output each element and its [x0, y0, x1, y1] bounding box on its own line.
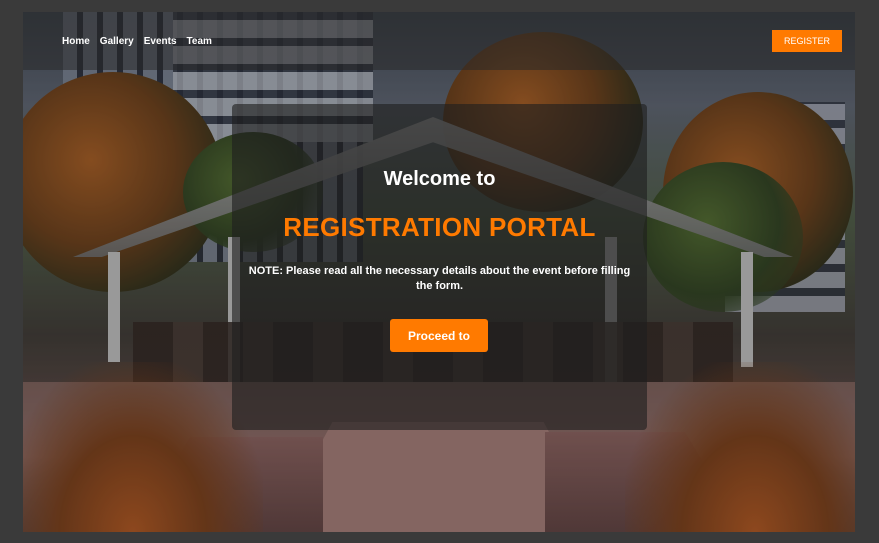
nav-link-events[interactable]: Events — [144, 36, 177, 47]
nav-link-team[interactable]: Team — [187, 36, 212, 47]
proceed-button[interactable]: Proceed to — [390, 319, 488, 352]
top-navbar: Home Gallery Events Team REGISTER — [23, 12, 855, 70]
welcome-heading: Welcome to — [383, 168, 496, 190]
welcome-card: Welcome to REGISTRATION PORTAL NOTE: Ple… — [232, 104, 647, 430]
page-frame: Home Gallery Events Team REGISTER Welcom… — [23, 12, 855, 532]
nav-link-gallery[interactable]: Gallery — [100, 36, 134, 47]
nav-link-home[interactable]: Home — [62, 36, 90, 47]
register-button[interactable]: REGISTER — [772, 30, 842, 52]
nav-links: Home Gallery Events Team — [62, 36, 212, 47]
portal-title: REGISTRATION PORTAL — [283, 212, 596, 242]
note-text: NOTE: Please read all the necessary deta… — [248, 265, 631, 292]
